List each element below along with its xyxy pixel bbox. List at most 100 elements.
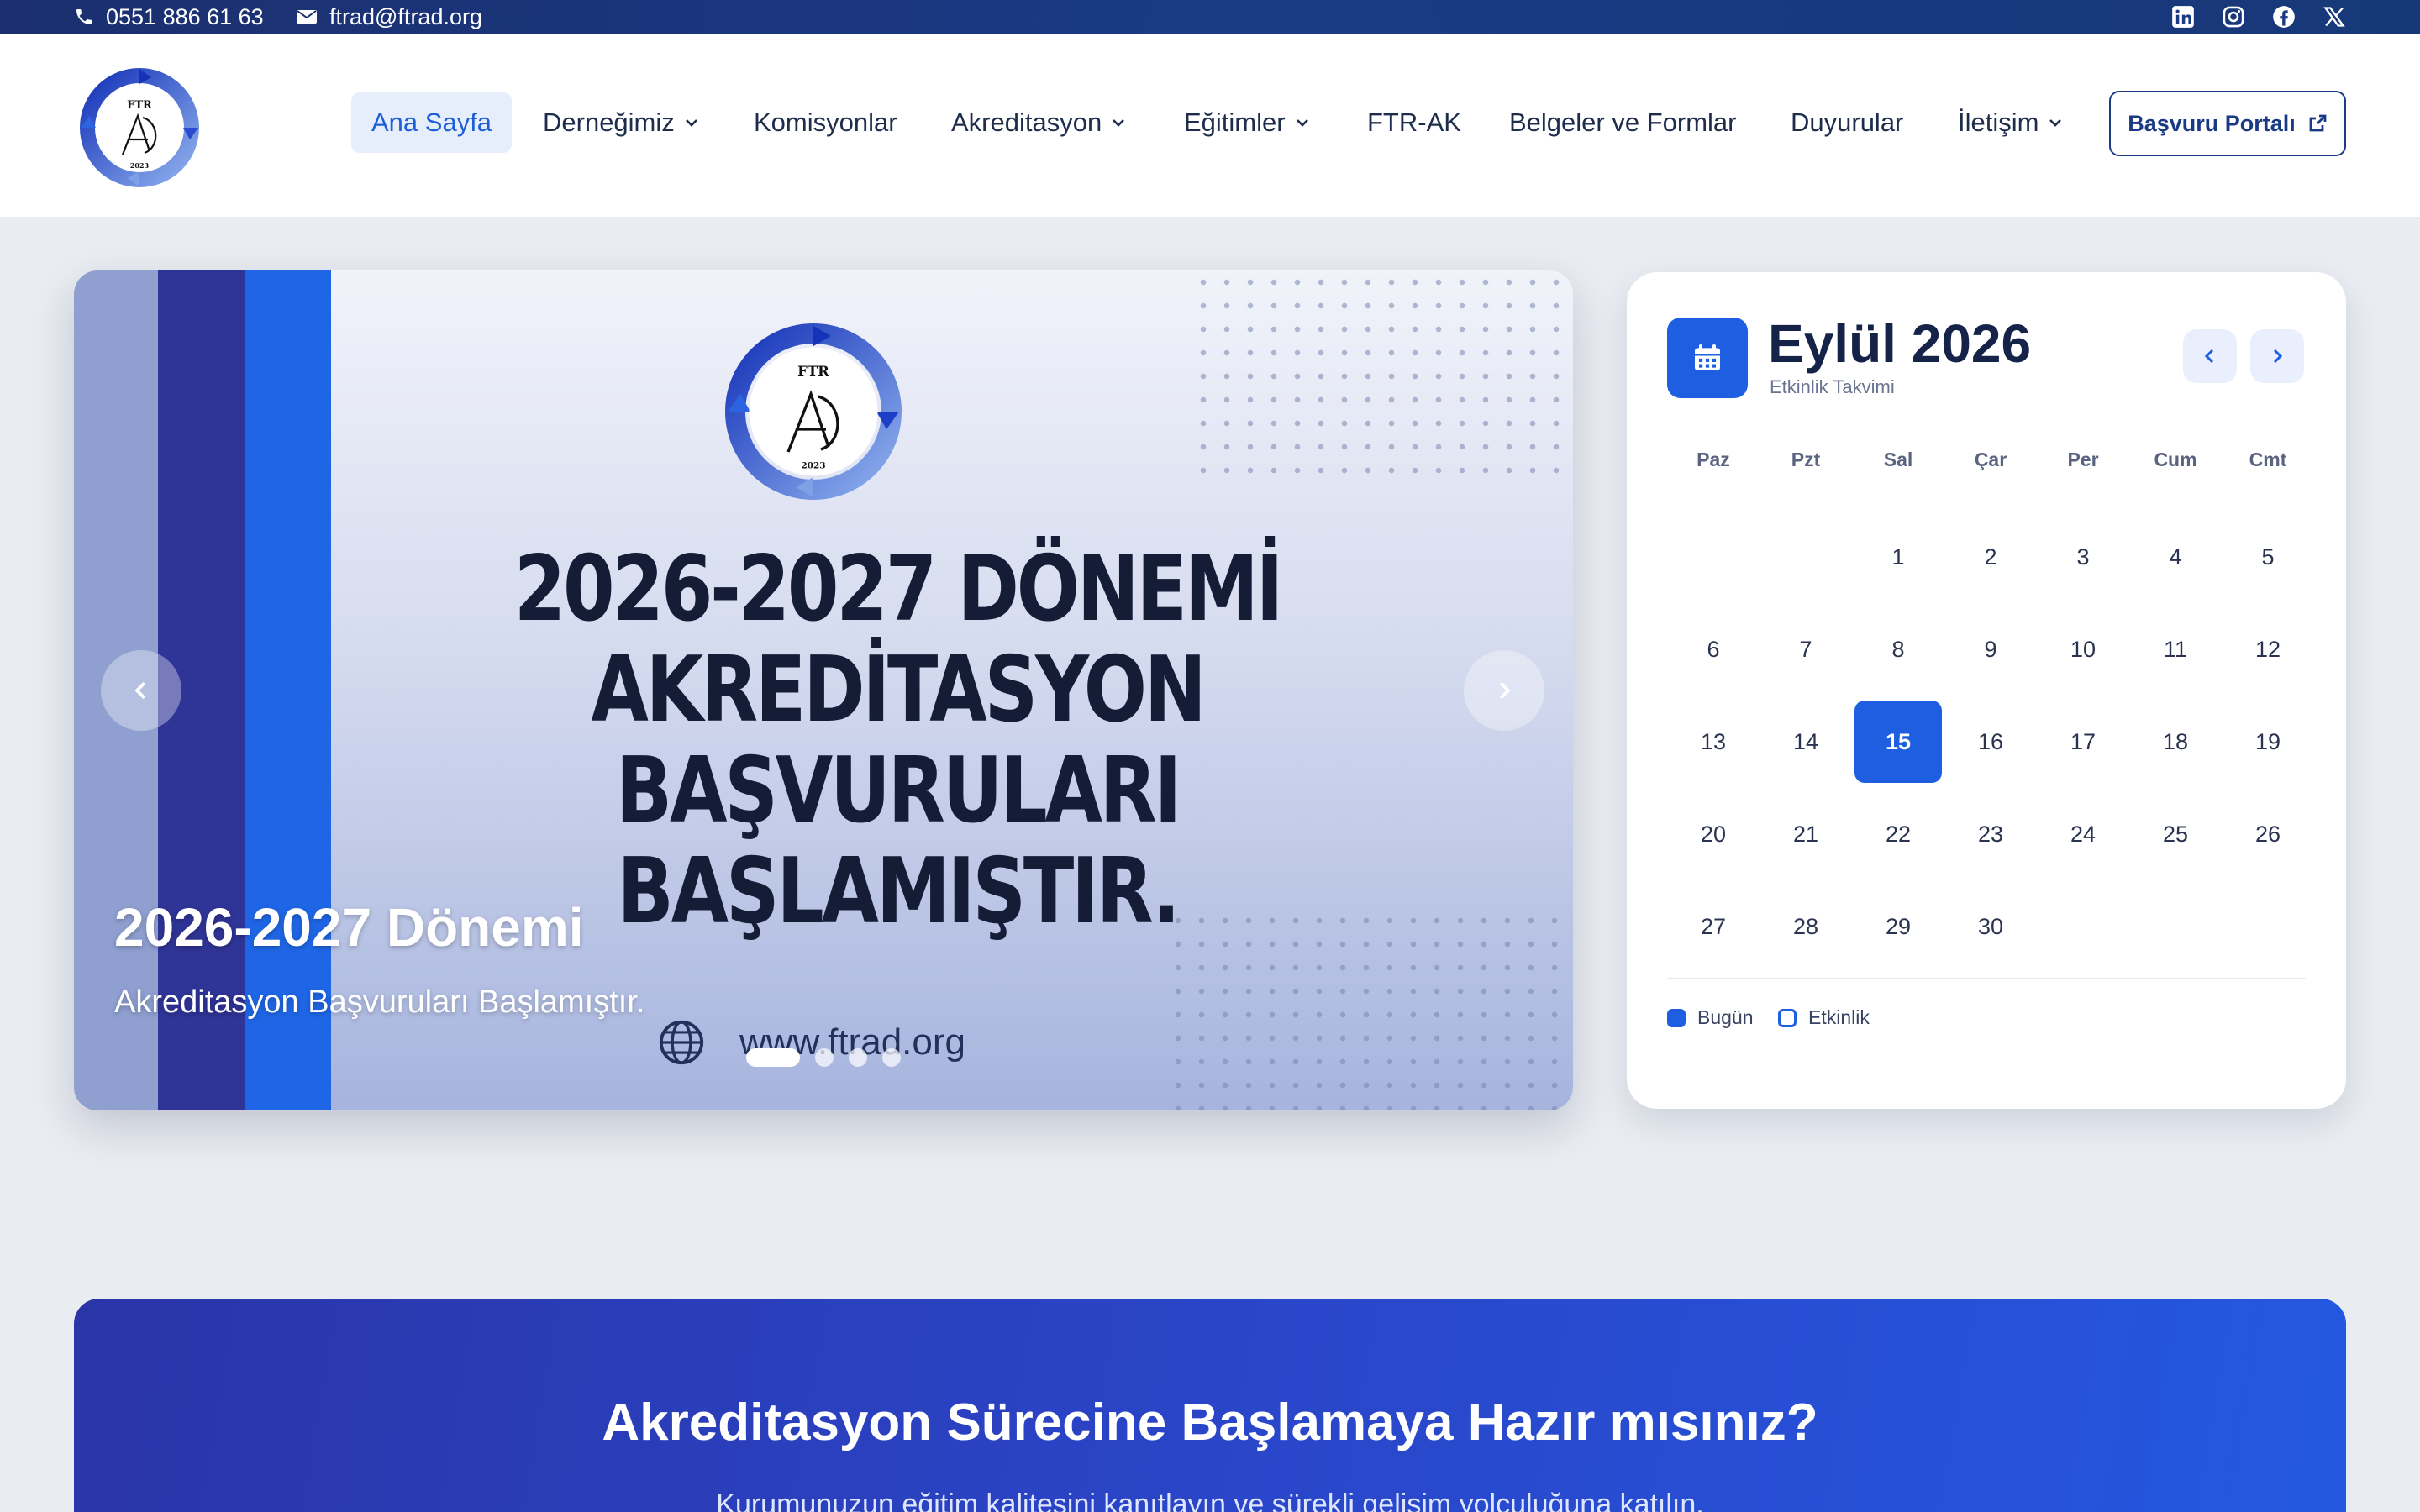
carousel-indicators — [746, 1048, 901, 1067]
calendar-divider — [1667, 978, 2306, 979]
hero-caption-subtitle: Akreditasyon Başvuruları Başlamıştır. — [114, 984, 645, 1020]
calendar-day[interactable]: 20 — [1667, 788, 1760, 880]
calendar-day[interactable]: 29 — [1852, 880, 1944, 973]
hero-caption-title: 2026-2027 Dönemi — [114, 897, 584, 958]
hero-headline-line-1: 2026-2027 DÖNEMİ — [513, 537, 1284, 642]
calendar-day[interactable]: 26 — [2222, 788, 2314, 880]
calendar-day[interactable]: 11 — [2129, 603, 2222, 696]
cta-subtitle: Kurumunuzun eğitim kalitesini kanıtlayın… — [716, 1488, 1704, 1512]
calendar-day[interactable]: 7 — [1760, 603, 1852, 696]
legend-event: Etkinlik — [1778, 1006, 1870, 1029]
calendar-day[interactable]: 13 — [1667, 696, 1760, 788]
calendar-day[interactable]: 1 — [1852, 511, 1944, 603]
nav-duyurular[interactable]: Duyurular — [1791, 92, 1903, 153]
calendar-day[interactable]: 30 — [1944, 880, 2037, 973]
nav-ana-sayfa[interactable]: Ana Sayfa — [351, 92, 513, 153]
calendar-day[interactable]: 3 — [2037, 511, 2129, 603]
nav-label: Akreditasyon — [951, 108, 1102, 137]
calendar-day[interactable]: 25 — [2129, 788, 2222, 880]
calendar-day[interactable]: 23 — [1944, 788, 2037, 880]
legend-today-label: Bugün — [1697, 1006, 1754, 1028]
nav-komisyonlar[interactable]: Komisyonlar — [754, 92, 897, 153]
nav-akreditasyon[interactable]: Akreditasyon — [951, 92, 1127, 153]
calendar-day[interactable]: 18 — [2129, 696, 2222, 788]
chevron-down-icon — [1296, 119, 1308, 127]
top-bar: 0551 886 61 63 ftrad@ftrad.org — [0, 0, 2420, 34]
hero-headline: 2026-2027 DÖNEMİ AKREDİTASYON BAŞVURULAR… — [429, 539, 1365, 942]
basvuru-portali-button[interactable]: Başvuru Portalı — [2109, 91, 2346, 156]
nav-label: Duyurular — [1791, 108, 1904, 137]
calendar-day[interactable]: 10 — [2037, 603, 2129, 696]
carousel-dot-1[interactable] — [746, 1048, 800, 1067]
calendar-day[interactable]: 14 — [1760, 696, 1852, 788]
nav-label: Eğitimler — [1184, 108, 1286, 137]
nav-label: FTR-AK — [1367, 108, 1461, 137]
calendar-day[interactable]: 6 — [1667, 603, 1760, 696]
phone-contact[interactable]: 0551 886 61 63 — [74, 0, 264, 34]
calendar-day[interactable]: 22 — [1852, 788, 1944, 880]
calendar-next-month-button[interactable] — [2250, 329, 2304, 383]
cta-section: Akreditasyon Sürecine Başlamaya Hazır mı… — [74, 1299, 2346, 1512]
calendar-day[interactable]: 12 — [2222, 603, 2314, 696]
calendar-day[interactable]: 17 — [2037, 696, 2129, 788]
nav-iletisim[interactable]: İletişim — [1958, 92, 2064, 153]
carousel-dot-2[interactable] — [815, 1048, 834, 1067]
x-icon[interactable] — [2323, 5, 2346, 29]
site-logo[interactable]: FTR 2023 — [72, 60, 207, 195]
nav-ftr-ak[interactable]: FTR-AK — [1367, 92, 1461, 153]
chevron-down-icon — [685, 119, 697, 127]
calendar-empty-cell — [1760, 511, 1852, 603]
hero-logo: FTR 2023 — [725, 323, 902, 500]
linkedin-icon[interactable] — [2171, 5, 2195, 29]
carousel-prev-button[interactable] — [101, 650, 182, 731]
site-header: FTR 2023 Ana Sayfa Derneğimiz Komisyonla… — [0, 34, 2420, 217]
legend-event-label: Etkinlik — [1808, 1006, 1870, 1028]
logo-ftr-text: FTR — [127, 99, 152, 112]
weekday-label: Cmt — [2249, 449, 2287, 470]
calendar-day-today[interactable]: 15 — [1854, 701, 1942, 783]
hero-logo-year-text: 2023 — [801, 461, 825, 471]
nav-label: Komisyonlar — [754, 108, 897, 137]
nav-label: Derneğimiz — [543, 108, 675, 137]
cta-title: Akreditasyon Sürecine Başlamaya Hazır mı… — [602, 1394, 1818, 1452]
nav-egitimler[interactable]: Eğitimler — [1184, 92, 1311, 153]
calendar-day[interactable]: 28 — [1760, 880, 1852, 973]
calendar-day[interactable]: 8 — [1852, 603, 1944, 696]
calendar-days: 1 2 3 4 5 6 7 8 9 10 11 12 13 14 15 16 17 18 19 20 21 22 23 24 2… — [1667, 511, 2312, 973]
phone-number: 0551 886 61 63 — [106, 3, 264, 29]
weekday-label: Pzt — [1791, 449, 1821, 470]
facebook-icon[interactable] — [2272, 5, 2296, 29]
calendar-day[interactable]: 21 — [1760, 788, 1852, 880]
calendar-day[interactable]: 4 — [2129, 511, 2222, 603]
calendar-day[interactable]: 24 — [2037, 788, 2129, 880]
calendar-day[interactable]: 2 — [1944, 511, 2037, 603]
envelope-icon — [297, 10, 317, 24]
carousel-dot-3[interactable] — [849, 1048, 867, 1067]
calendar-day[interactable]: 27 — [1667, 880, 1760, 973]
calendar-day[interactable]: 5 — [2222, 511, 2314, 603]
nav-label: İletişim — [1958, 108, 2039, 137]
logo-year-text: 2023 — [130, 161, 150, 170]
dot-pattern-top — [1192, 270, 1573, 480]
nav-dernegimiz[interactable]: Derneğimiz — [543, 92, 700, 153]
weekday-label: Sal — [1883, 449, 1913, 470]
chevron-left-icon — [2204, 349, 2214, 364]
event-calendar: Eylül 2026 Etkinlik Takvimi Paz Pzt Sal Çar… — [1627, 272, 2346, 1109]
globe-icon — [659, 1020, 704, 1065]
calendar-prev-month-button[interactable] — [2183, 329, 2237, 383]
carousel-dot-4[interactable] — [882, 1048, 901, 1067]
calendar-day[interactable]: 9 — [1944, 603, 2037, 696]
calendar-icon — [1695, 344, 1720, 370]
legend-today-swatch — [1667, 1008, 1686, 1027]
calendar-icon-badge — [1667, 318, 1748, 398]
instagram-icon[interactable] — [2222, 5, 2245, 29]
calendar-weekday-header: Paz Pzt Sal Çar Per Cum Cmt — [1667, 449, 2312, 482]
hero-headline-line-2: AKREDİTASYON BAŞVURULARI — [591, 638, 1206, 843]
calendar-day[interactable]: 19 — [2222, 696, 2314, 788]
email-contact[interactable]: ftrad@ftrad.org — [296, 0, 482, 34]
carousel-next-button[interactable] — [1464, 650, 1544, 731]
nav-label: Ana Sayfa — [371, 108, 492, 137]
nav-belgeler-ve-formlar[interactable]: Belgeler ve Formlar — [1509, 92, 1736, 153]
weekday-label: Çar — [1974, 449, 2007, 470]
calendar-day[interactable]: 16 — [1944, 696, 2037, 788]
